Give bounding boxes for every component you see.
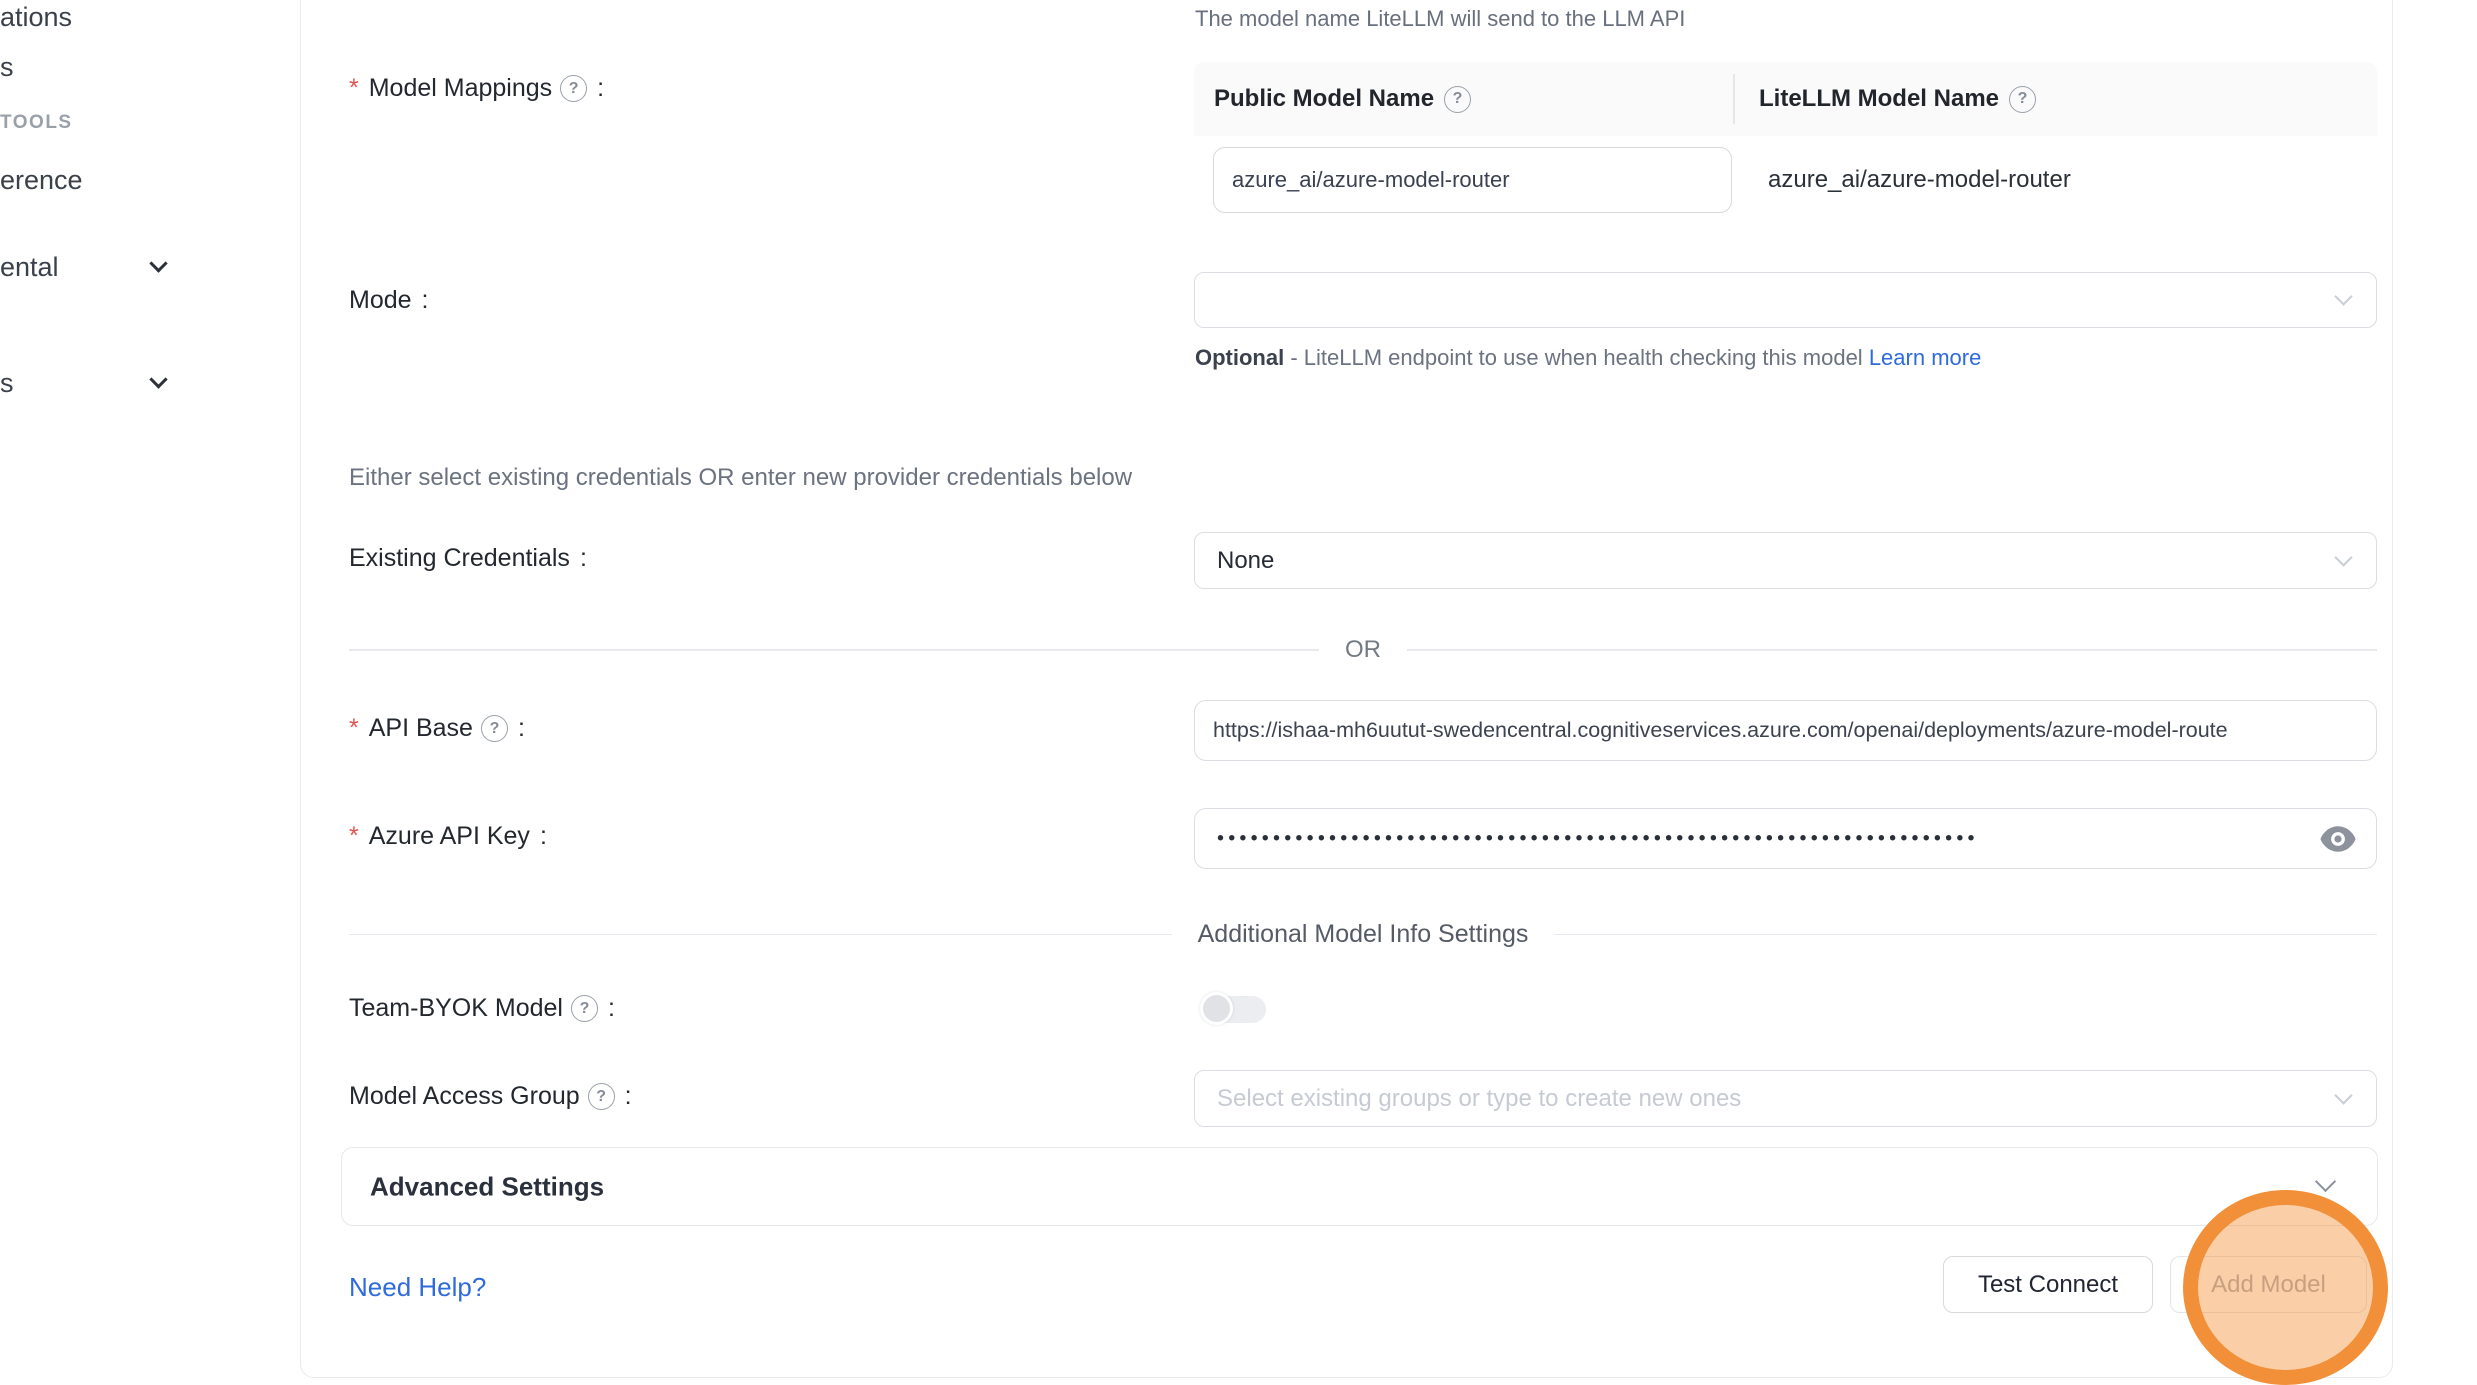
required-asterisk: * [349,822,359,851]
divider-text: Additional Model Info Settings [1172,920,1555,949]
azure-api-key-label: * Azure API Key : [349,822,547,851]
mode-help-text: Optional - LiteLLM endpoint to use when … [1195,338,2025,378]
need-help-link[interactable]: Need Help? [349,1272,486,1303]
model-mappings-label: * Model Mappings ? : [349,74,604,103]
add-model-page: ations s TOOLS erence ental s The model … [0,0,2477,1385]
credentials-note: Either select existing credentials OR en… [349,464,1132,492]
mode-label: Mode : [349,286,429,315]
existing-credentials-label: Existing Credentials : [349,544,587,573]
add-model-button[interactable]: Add Model [2170,1256,2367,1313]
sidebar-item[interactable]: s [0,368,14,399]
eye-icon[interactable] [2320,825,2356,853]
azure-api-key-field[interactable]: ••••••••••••••••••••••••••••••••••••••••… [1194,808,2377,869]
help-question-icon[interactable]: ? [571,995,598,1022]
sidebar-item[interactable]: ental [0,252,59,283]
mode-select[interactable] [1194,272,2377,328]
sidebar-item[interactable]: erence [0,165,83,196]
model-access-group-select[interactable]: Select existing groups or type to create… [1194,1070,2377,1127]
sidebar-item[interactable]: s [0,52,14,83]
selected-value: None [1217,547,1274,575]
public-model-name-input[interactable] [1213,147,1732,213]
model-name-note: The model name LiteLLM will send to the … [1195,6,1685,32]
existing-credentials-select[interactable]: None [1194,532,2377,589]
column-header-public-model-name: Public Model Name ? [1194,85,1734,113]
table-row: azure_ai/azure-model-router [1194,136,2377,240]
chevron-down-icon [2334,287,2352,305]
litellm-model-name-value: azure_ai/azure-model-router [1768,166,2071,194]
divider-line [349,649,1319,651]
help-question-icon[interactable]: ? [1444,86,1471,113]
help-question-icon[interactable]: ? [2009,86,2036,113]
sidebar-section-header: TOOLS [0,112,73,134]
or-divider: OR [349,636,2377,664]
divider-line [1407,649,2377,651]
chevron-down-icon[interactable] [149,254,167,272]
column-header-litellm-model-name: LiteLLM Model Name ? [1734,85,2036,113]
team-byok-label: Team-BYOK Model ? : [349,994,615,1023]
help-question-icon[interactable]: ? [560,75,587,102]
masked-password-value: ••••••••••••••••••••••••••••••••••••••••… [1217,827,1979,850]
chevron-down-icon [2315,1171,2336,1192]
model-mappings-table: Public Model Name ? LiteLLM Model Name ?… [1194,62,2377,240]
sidebar: ations s TOOLS erence ental s [0,0,300,1385]
chevron-down-icon[interactable] [149,370,167,388]
api-base-label: * API Base ? : [349,714,525,743]
required-asterisk: * [349,74,359,103]
team-byok-toggle[interactable] [1200,992,1266,1026]
api-base-field [1194,700,2377,761]
sidebar-item[interactable]: ations [0,2,72,33]
select-placeholder: Select existing groups or type to create… [1217,1085,1741,1113]
divider-line [349,934,1172,936]
additional-settings-divider: Additional Model Info Settings [349,920,2377,949]
divider-text: OR [1319,636,1407,664]
advanced-settings-panel[interactable]: Advanced Settings [341,1147,2378,1226]
column-divider [1733,74,1735,124]
chevron-down-icon [2334,1086,2352,1104]
test-connect-button[interactable]: Test Connect [1943,1256,2153,1313]
api-base-input[interactable] [1195,701,2376,760]
advanced-settings-title: Advanced Settings [370,1171,604,1202]
model-access-group-label: Model Access Group ? : [349,1082,632,1111]
table-header: Public Model Name ? LiteLLM Model Name ? [1194,62,2377,136]
divider-line [1554,934,2377,936]
help-question-icon[interactable]: ? [481,715,508,742]
toggle-knob [1200,992,1233,1025]
help-question-icon[interactable]: ? [588,1083,615,1110]
chevron-down-icon [2334,548,2352,566]
required-asterisk: * [349,714,359,743]
learn-more-link[interactable]: Learn more [1869,345,1982,370]
